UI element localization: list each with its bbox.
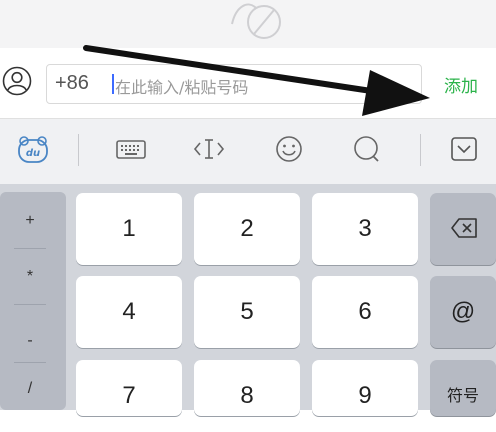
contact-person-icon[interactable]: [2, 66, 32, 96]
key-6[interactable]: 6: [312, 276, 418, 348]
symbol-minus[interactable]: -: [0, 332, 60, 350]
symbol-asterisk[interactable]: *: [0, 268, 60, 286]
add-button[interactable]: 添加: [444, 72, 478, 97]
smiley-icon[interactable]: [272, 132, 306, 166]
symbol-divider: [14, 248, 46, 249]
collapse-keyboard-icon[interactable]: [447, 132, 481, 166]
key-8[interactable]: 8: [194, 360, 300, 416]
key-3[interactable]: 3: [312, 193, 418, 265]
toolbar-separator: [420, 134, 421, 166]
symbols-key[interactable]: 符号: [430, 360, 496, 416]
symbol-divider: [14, 362, 46, 363]
key-2[interactable]: 2: [194, 193, 300, 265]
keyboard-toolbar: [0, 118, 496, 185]
symbol-slash[interactable]: /: [0, 380, 60, 398]
text-caret: [112, 74, 114, 94]
key-1[interactable]: 1: [76, 193, 182, 265]
delete-button[interactable]: [430, 193, 496, 265]
svg-text:du: du: [26, 148, 40, 159]
symbol-plus[interactable]: +: [0, 212, 60, 230]
du-emoji-icon[interactable]: du: [16, 132, 50, 166]
cursor-move-icon[interactable]: [192, 132, 226, 166]
at-key[interactable]: @: [430, 276, 496, 348]
keyboard-icon[interactable]: [114, 132, 148, 166]
search-icon[interactable]: [350, 132, 384, 166]
phone-number-field[interactable]: +86 在此输入/粘贴号码: [46, 64, 422, 104]
key-7[interactable]: 7: [76, 360, 182, 416]
no-avatar-icon: [231, 3, 281, 39]
symbol-divider: [14, 304, 46, 305]
key-5[interactable]: 5: [194, 276, 300, 348]
backspace-icon: [451, 218, 477, 238]
top-area: [0, 0, 496, 48]
key-4[interactable]: 4: [76, 276, 182, 348]
toolbar-separator: [78, 134, 79, 166]
country-code[interactable]: +86: [55, 72, 89, 95]
key-9[interactable]: 9: [312, 360, 418, 416]
phone-placeholder: 在此输入/粘贴号码: [115, 78, 249, 97]
